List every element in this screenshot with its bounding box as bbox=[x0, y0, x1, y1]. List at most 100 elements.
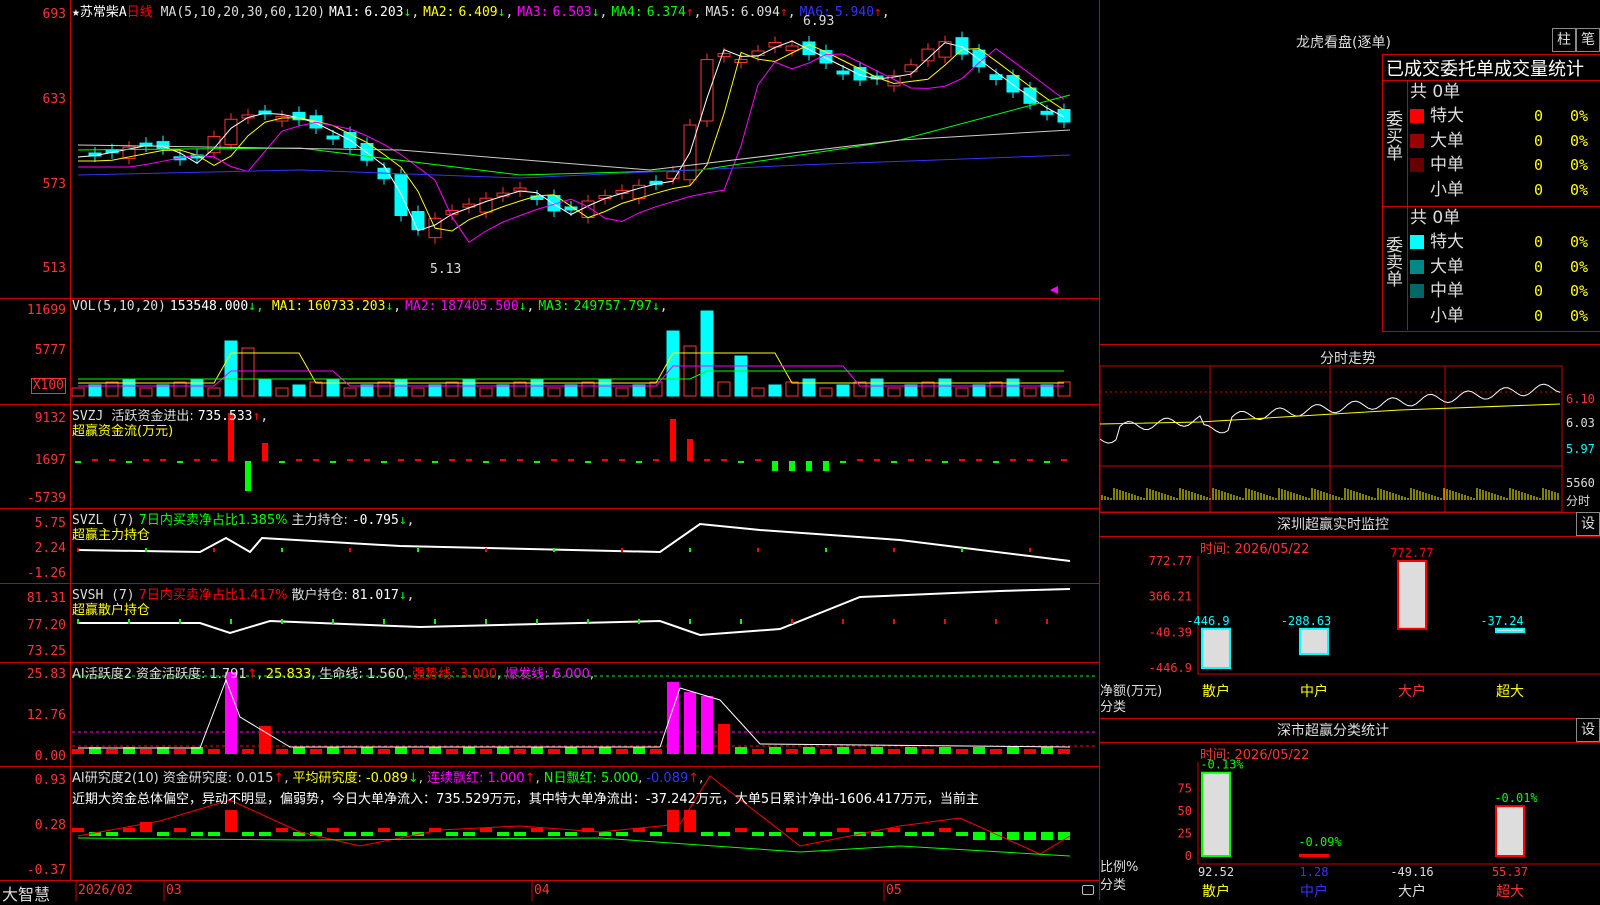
tick-mark bbox=[944, 619, 946, 624]
volume-bar bbox=[105, 381, 119, 397]
activity-bar bbox=[820, 749, 832, 754]
candle bbox=[207, 136, 221, 154]
candle-panel[interactable]: 693 633 573 513 ★苏常柴A日线 MA(5,10,20,30,60,… bbox=[0, 0, 1100, 299]
separator: , bbox=[284, 771, 289, 786]
candle bbox=[734, 59, 748, 63]
ma-value: 5.940 bbox=[834, 5, 875, 20]
tick-mark bbox=[893, 548, 895, 552]
lock-icon[interactable] bbox=[1082, 885, 1094, 895]
order-type: 特大 bbox=[1430, 106, 1464, 126]
flow-bar bbox=[806, 461, 812, 471]
research-bar bbox=[803, 832, 815, 836]
activity-bar bbox=[208, 749, 220, 754]
intraday-panel[interactable]: 分时走势 6.10 6.03 5.97 5560 分时 bbox=[1100, 344, 1600, 513]
sz-class-axis-category-label: 分类 bbox=[1100, 878, 1127, 893]
class-change-label: -0.13% bbox=[1200, 758, 1244, 772]
date-axis-ticks bbox=[75, 881, 885, 901]
activity-bar bbox=[276, 749, 288, 754]
research-bar bbox=[276, 828, 288, 832]
indicator-value: 爆发线: 6.000 bbox=[505, 667, 590, 682]
svzl-label: 主力持仓: bbox=[291, 513, 348, 528]
sz-class-chart[interactable]: 75 50 25 0 -0.13% 92.52 散户 -0.09% 1.28 中户 -49.16 大户… bbox=[1100, 718, 1600, 900]
intraday-chart[interactable] bbox=[1100, 344, 1600, 512]
activity-bar bbox=[378, 749, 390, 754]
candle-chart[interactable] bbox=[0, 0, 1100, 298]
research-bar bbox=[599, 832, 611, 836]
ma-label: MA2: bbox=[423, 5, 455, 20]
volume-bar bbox=[530, 378, 544, 397]
activity-bar bbox=[310, 749, 322, 754]
candle bbox=[530, 195, 544, 200]
ai-research-header: AI研究度2(10) 资金研究度: 0.015↑, 平均研究度: -0.089↓, 连… bbox=[72, 767, 715, 786]
period-label[interactable]: 日线 bbox=[127, 5, 153, 20]
order-stat-row: 小单 0 0% bbox=[1410, 304, 1600, 328]
volume-bar bbox=[122, 378, 136, 397]
class-category-label: 超大 bbox=[1496, 884, 1524, 900]
order-count: 0 bbox=[1534, 107, 1544, 125]
sz-monitor-chart[interactable]: 772.77366.21-40.39-446.9-446.9散户-288.63中… bbox=[1100, 512, 1600, 718]
order-color-swatch bbox=[1410, 158, 1424, 172]
volume-bar bbox=[564, 384, 578, 397]
tick-mark bbox=[417, 548, 419, 552]
svzj-panel[interactable]: 9132 1697 -5739 SVZJ 活跃资金进出: 735.533↑, 超赢资… bbox=[0, 404, 1100, 509]
volume-bar bbox=[666, 330, 680, 397]
research-bar bbox=[225, 810, 237, 832]
research-bar bbox=[735, 828, 747, 832]
ma-value: 187405.500 bbox=[440, 299, 519, 314]
activity-bar bbox=[973, 747, 985, 754]
volume-bar bbox=[343, 387, 357, 397]
research-bar bbox=[752, 832, 764, 836]
flow-bar bbox=[347, 459, 353, 461]
activity-bar bbox=[412, 749, 424, 754]
sell-total: 共 0单 bbox=[1410, 208, 1461, 228]
volume-bar bbox=[71, 387, 85, 397]
candle bbox=[836, 70, 850, 75]
research-bar bbox=[174, 828, 186, 832]
order-stat-row: 大单 0 0% bbox=[1410, 129, 1600, 153]
sz-monitor-panel[interactable]: 深圳超赢实时监控 设 时间: 2026/05/22 772.77 366.21 -4… bbox=[1100, 512, 1600, 719]
flow-bar bbox=[585, 461, 591, 463]
low-price-label: 5.13 bbox=[430, 262, 462, 277]
ai-research-panel[interactable]: 0.93 0.28 -0.37 AI研究度2(10) 资金研究度: 0.015↑,… bbox=[0, 766, 1100, 880]
svzl-panel[interactable]: 5.75 2.24 -1.26 SVZL (7) 7日内买卖净占比1.385% 主力… bbox=[0, 508, 1100, 584]
trend-arrow: ↓ bbox=[651, 299, 660, 314]
tick-mode-button[interactable]: 笔 bbox=[1576, 28, 1600, 52]
volume-bar bbox=[717, 381, 731, 397]
volume-panel[interactable]: 11699 5777 X100 VOL(5,10,20) 153548.000↓,… bbox=[0, 298, 1100, 405]
activity-bar bbox=[786, 749, 798, 754]
volume-bar bbox=[921, 381, 935, 397]
research-bar bbox=[769, 832, 781, 836]
flow-bar bbox=[636, 461, 642, 463]
stock-name[interactable]: ★苏常柴A bbox=[72, 5, 127, 20]
trend-arrow: ↑ bbox=[685, 5, 694, 20]
volume-bar bbox=[479, 387, 493, 397]
candle bbox=[1023, 87, 1037, 104]
bar-mode-button[interactable]: 柱 bbox=[1552, 28, 1576, 52]
dragon-tiger-panel[interactable]: 龙虎看盘(逐单) 柱 笔 已成交委托单成交量统计 委买单 委卖单 共 0单 共 … bbox=[1100, 0, 1600, 345]
flow-bar bbox=[211, 459, 217, 461]
indicator-value: 平均研究度: -0.089 bbox=[292, 771, 408, 786]
svsh-panel[interactable]: 81.31 77.20 73.25 SVSH (7) 7日内买卖净占比1.417%… bbox=[0, 583, 1100, 663]
trend-arrow: ↑ bbox=[273, 771, 285, 786]
research-bar bbox=[446, 832, 458, 836]
volume-bar bbox=[632, 384, 646, 397]
intraday-frame bbox=[1100, 365, 1563, 512]
flow-bar bbox=[313, 459, 319, 461]
research-bar bbox=[684, 810, 696, 832]
sz-tick-label: 366.21 bbox=[1149, 590, 1192, 604]
volume-bar bbox=[547, 387, 561, 397]
activity-bar bbox=[72, 749, 84, 754]
svzj-comma: , bbox=[260, 409, 269, 424]
sz-value-label: -37.24 bbox=[1480, 614, 1523, 628]
class-tick-label: 0 bbox=[1185, 849, 1192, 863]
separator: , bbox=[257, 667, 262, 682]
class-bar bbox=[1495, 805, 1525, 857]
ai-activity-panel[interactable]: 25.83 12.76 0.00 AI活跃度2 资金活跃度: 1.791↑, 25.… bbox=[0, 662, 1100, 767]
research-bar bbox=[820, 832, 832, 836]
research-bar bbox=[565, 832, 577, 836]
flow-bar bbox=[874, 459, 880, 461]
activity-bar bbox=[1058, 749, 1070, 754]
sz-class-panel[interactable]: 深市超赢分类统计 设 时间: 2026/05/22 75 50 25 0 -0.13% 9… bbox=[1100, 718, 1600, 900]
activity-bar bbox=[582, 749, 594, 754]
volume-bar bbox=[955, 387, 969, 397]
